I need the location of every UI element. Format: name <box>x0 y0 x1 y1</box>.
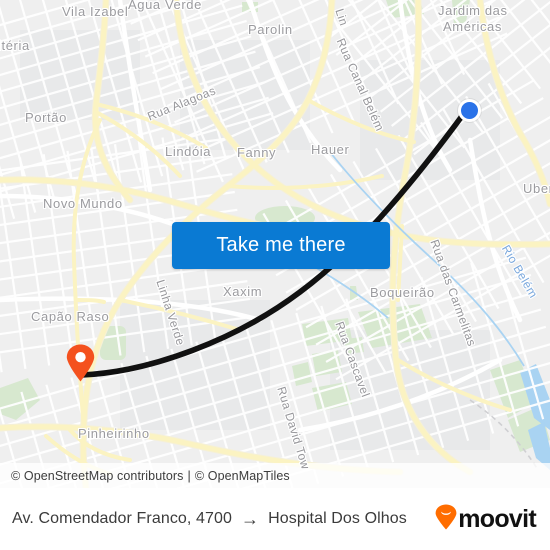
moovit-wordmark: moovit <box>458 504 536 533</box>
moovit-route-map-screen: Take me there © OpenStreetMap contributo… <box>0 0 550 550</box>
osm-attribution[interactable]: © OpenStreetMap contributors <box>11 469 184 483</box>
attribution-separator: | <box>187 468 191 483</box>
map-canvas[interactable]: Take me there © OpenStreetMap contributo… <box>0 0 550 488</box>
route-origin-label: Av. Comendador Franco, 4700 <box>12 510 233 527</box>
take-me-there-button[interactable]: Take me there <box>172 222 390 269</box>
moovit-pin-icon <box>435 504 457 535</box>
route-summary: Av. Comendador Franco, 4700 → Hospital D… <box>12 510 435 528</box>
origin-location-dot[interactable] <box>458 99 481 122</box>
route-arrow-icon: → <box>241 509 260 529</box>
moovit-logo[interactable]: moovit <box>435 504 538 535</box>
destination-pin-icon[interactable] <box>66 344 95 382</box>
route-footer-bar: Av. Comendador Franco, 4700 → Hospital D… <box>0 488 550 550</box>
maptiles-attribution[interactable]: © OpenMapTiles <box>195 469 290 483</box>
route-destination-label: Hospital Dos Olhos <box>268 510 407 527</box>
map-attribution-bar: © OpenStreetMap contributors | © OpenMap… <box>0 463 550 488</box>
